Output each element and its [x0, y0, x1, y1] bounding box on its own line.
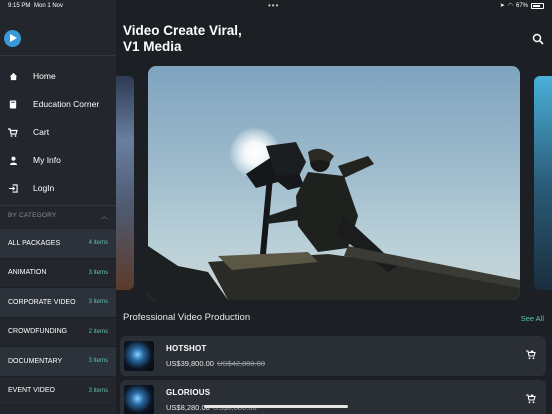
sidebar-item-my-info[interactable]: My Info: [0, 146, 116, 174]
battery-percent: 67%: [515, 2, 528, 9]
camera-operator-silhouette: [148, 142, 520, 300]
product-info: HOTSHOT US$39,800.00 US$42,800.00: [166, 344, 265, 368]
add-to-cart-icon[interactable]: [526, 350, 536, 362]
banner-carousel[interactable]: [116, 66, 552, 300]
sidebar-nav: Home Education Corner Cart My Info LogIn: [0, 62, 116, 202]
multitasking-dots-icon[interactable]: •••: [268, 1, 279, 10]
banner-image[interactable]: [148, 66, 520, 300]
category-count: 2 items: [88, 328, 108, 335]
location-icon: ➤: [499, 3, 505, 9]
person-icon: [8, 155, 18, 165]
sidebar-item-home[interactable]: Home: [0, 62, 116, 90]
sidebar: Home Education Corner Cart My Info LogIn: [0, 0, 116, 414]
see-all-link[interactable]: See All: [521, 314, 544, 323]
sidebar-item-cart[interactable]: Cart: [0, 118, 116, 146]
sidebar-item-label: My Info: [33, 155, 61, 165]
book-icon: [8, 99, 18, 109]
product-name: GLORIOUS: [166, 388, 211, 397]
status-time: 9:15 PM: [8, 3, 31, 9]
sidebar-item-label: Education Corner: [33, 99, 100, 109]
sidebar-item-label: Home: [33, 71, 56, 81]
category-item-corporate-video[interactable]: CORPORATE VIDEO 3 items: [0, 288, 116, 318]
app-logo-icon[interactable]: [4, 30, 21, 47]
status-indicators: ➤ ◠ 67%: [500, 2, 544, 9]
sidebar-item-login[interactable]: LogIn: [0, 174, 116, 202]
product-card-glorious[interactable]: GLORIOUS US$8,280.00 US$8,880.00: [120, 380, 546, 414]
login-icon: [8, 183, 18, 193]
carousel-prev-slide[interactable]: [116, 76, 134, 290]
category-label: CORPORATE VIDEO: [8, 298, 76, 306]
status-date: Mon 1 Nov: [34, 3, 64, 9]
status-bar: 9:15 PM Mon 1 Nov ••• ➤ ◠ 67%: [0, 0, 552, 12]
category-list: ALL PACKAGES 4 items ANIMATION 3 items C…: [0, 229, 116, 406]
carousel-next-slide[interactable]: [534, 76, 552, 290]
category-item-crowdfunding[interactable]: CROWDFUNDING 2 items: [0, 318, 116, 347]
sidebar-item-label: LogIn: [33, 183, 55, 193]
add-to-cart-icon[interactable]: [526, 394, 536, 406]
category-count: 3 items: [88, 387, 108, 394]
category-item-all-packages[interactable]: ALL PACKAGES 4 items: [0, 229, 116, 259]
home-icon: [8, 71, 18, 81]
category-label: ANIMATION: [8, 269, 47, 277]
category-item-documentary[interactable]: DOCUMENTARY 3 items: [0, 347, 116, 377]
product-price: US$39,800.00 US$42,800.00: [166, 359, 265, 368]
battery-icon: [531, 2, 544, 9]
search-icon[interactable]: [532, 32, 544, 45]
category-count: 3 items: [88, 269, 108, 276]
page-title: Video Create Viral, V1 Media: [123, 23, 242, 55]
category-label: EVENT VIDEO: [8, 387, 55, 395]
category-count: 4 items: [88, 240, 108, 247]
category-item-event-video[interactable]: EVENT VIDEO 3 items: [0, 377, 116, 406]
product-current-price: US$8,280.00: [166, 403, 210, 412]
category-label: DOCUMENTARY: [8, 357, 63, 365]
category-count: 3 items: [88, 358, 108, 365]
chevron-up-icon: ︿: [100, 212, 108, 220]
page-title-line-2: V1 Media: [123, 39, 182, 54]
home-indicator[interactable]: [204, 405, 348, 408]
sidebar-item-label: Cart: [33, 127, 50, 137]
product-current-price: US$39,800.00: [166, 359, 214, 368]
product-thumbnail: [124, 341, 154, 371]
product-info: GLORIOUS US$8,280.00 US$8,880.00: [166, 388, 257, 412]
category-header-label: BY CATEGORY: [8, 212, 57, 219]
cart-icon: [8, 127, 18, 137]
product-card-hotshot[interactable]: HOTSHOT US$39,800.00 US$42,800.00: [120, 336, 546, 376]
category-section-toggle[interactable]: BY CATEGORY ︿: [0, 205, 116, 225]
category-item-animation[interactable]: ANIMATION 3 items: [0, 259, 116, 288]
sidebar-item-education-corner[interactable]: Education Corner: [0, 90, 116, 118]
main-content: Video Create Viral, V1 Media Professiona…: [116, 0, 552, 414]
wifi-icon: ◠: [507, 3, 513, 9]
category-label: ALL PACKAGES: [8, 239, 61, 247]
product-name: HOTSHOT: [166, 344, 207, 353]
product-thumbnail: [124, 385, 154, 414]
category-count: 3 items: [88, 299, 108, 306]
product-old-price: US$42,800.00: [217, 359, 266, 368]
section-title: Professional Video Production: [123, 312, 251, 323]
category-label: CROWDFUNDING: [8, 328, 68, 336]
page-title-line-1: Video Create Viral,: [123, 23, 242, 38]
